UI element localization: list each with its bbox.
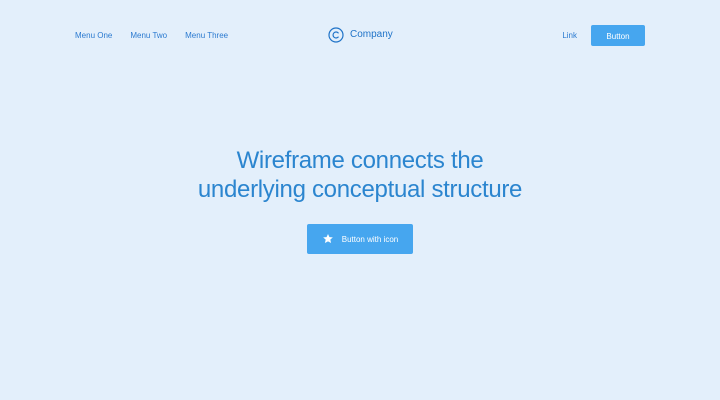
brand-logo[interactable]: Company bbox=[328, 27, 393, 43]
hero-cta-button[interactable]: Button with icon bbox=[307, 224, 413, 254]
menu-item-three[interactable]: Menu Three bbox=[185, 31, 228, 41]
main-menu: Menu One Menu Two Menu Three bbox=[75, 31, 228, 41]
brand-name: Company bbox=[350, 29, 393, 40]
header-button[interactable]: Button bbox=[591, 25, 645, 46]
header-link[interactable]: Link bbox=[562, 31, 577, 40]
menu-item-one[interactable]: Menu One bbox=[75, 31, 112, 41]
hero-cta-label: Button with icon bbox=[341, 234, 399, 244]
menu-item-two[interactable]: Menu Two bbox=[130, 31, 167, 41]
star-icon bbox=[322, 233, 334, 245]
copyright-icon bbox=[328, 27, 344, 43]
hero-title-line-2: underlying conceptual structure bbox=[197, 176, 523, 203]
hero-section: Wireframe connects the underlying concep… bbox=[0, 146, 720, 204]
hero-title-line-1: Wireframe connects the bbox=[236, 147, 484, 174]
hero-title: Wireframe connects the underlying concep… bbox=[0, 146, 720, 204]
page: Menu One Menu Two Menu Three Company Lin… bbox=[0, 0, 720, 400]
header-actions: Link Button bbox=[562, 25, 645, 46]
